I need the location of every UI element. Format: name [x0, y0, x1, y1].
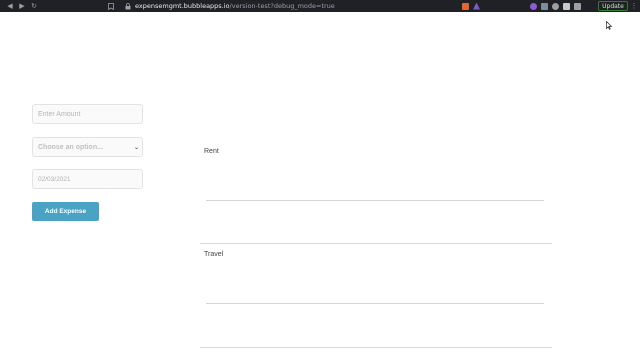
- category-select[interactable]: Choose an option... ⌄: [32, 137, 143, 157]
- url-host: expensemgmt.bubbleapps.io: [135, 2, 230, 10]
- date-input[interactable]: 02/03/2021: [32, 169, 143, 189]
- chevron-down-icon: ⌄: [133, 144, 139, 151]
- rewards-icon[interactable]: [473, 2, 480, 10]
- brave-shield-icon[interactable]: [462, 2, 469, 10]
- extension-group-right: [530, 0, 581, 12]
- category-select-value: Choose an option...: [38, 143, 103, 151]
- browser-toolbar: ◀ ▶ ↻ expensemgmt.bubbleapps.io/version-…: [0, 0, 640, 12]
- puzzle-icon[interactable]: [563, 2, 570, 10]
- page-body: Enter Amount Choose an option... ⌄ 02/03…: [0, 12, 640, 360]
- extension-group-left: [462, 0, 480, 12]
- extension-icon-1[interactable]: [530, 2, 537, 10]
- kebab-menu-icon[interactable]: ⋮: [630, 0, 638, 12]
- url-path: /version-test?debug_mode=true: [229, 2, 335, 10]
- reading-list-icon[interactable]: [574, 2, 581, 10]
- category-label-travel: Travel: [204, 251, 224, 258]
- group-separator: [200, 347, 552, 348]
- reload-icon[interactable]: ↻: [28, 0, 40, 12]
- bookmark-icon[interactable]: [106, 0, 116, 12]
- extension-icon-3[interactable]: [552, 2, 559, 10]
- category-label-rent: Rent: [204, 148, 219, 155]
- lock-icon[interactable]: [124, 0, 132, 12]
- address-bar[interactable]: expensemgmt.bubbleapps.io/version-test?d…: [135, 2, 335, 10]
- amount-input[interactable]: Enter Amount: [32, 104, 143, 124]
- update-button[interactable]: Update: [598, 1, 628, 11]
- forward-icon[interactable]: ▶: [16, 0, 28, 12]
- back-icon[interactable]: ◀: [4, 0, 16, 12]
- group-separator: [200, 243, 552, 244]
- add-expense-button[interactable]: Add Expense: [32, 202, 99, 221]
- extension-icon-2[interactable]: [541, 2, 548, 10]
- rent-divider: [206, 200, 544, 201]
- mouse-cursor-icon: [606, 21, 612, 30]
- travel-divider: [206, 303, 544, 304]
